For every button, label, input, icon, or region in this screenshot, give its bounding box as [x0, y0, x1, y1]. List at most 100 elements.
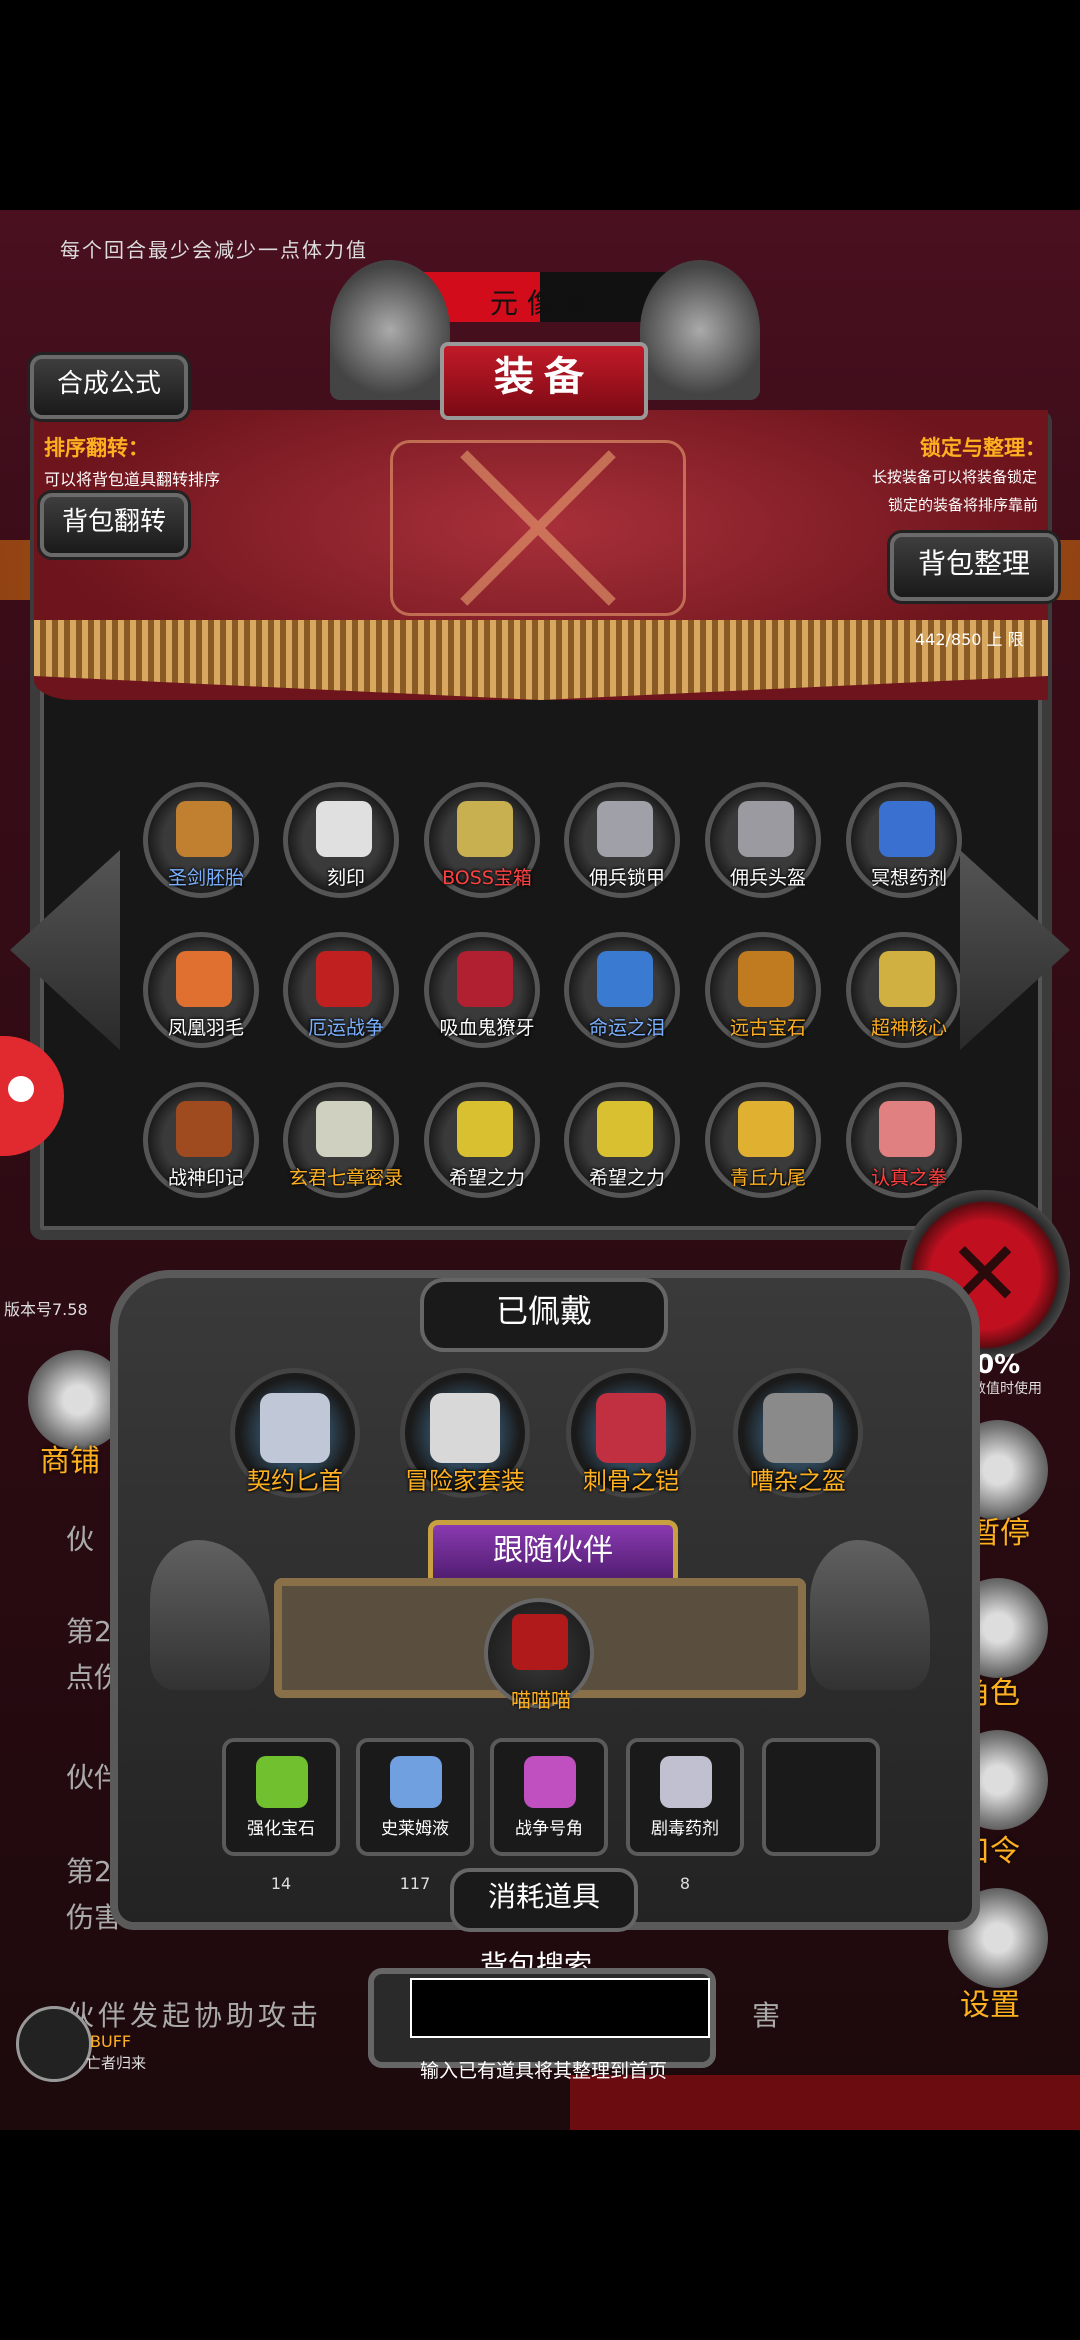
inventory-slot[interactable]: 佣兵锁甲	[564, 782, 680, 898]
buff-desc: 亡者归来	[86, 2054, 147, 2072]
item-label: 佣兵锁甲	[588, 867, 665, 889]
inventory-slot[interactable]: 冥想药剂	[846, 782, 962, 898]
item-icon	[738, 801, 794, 857]
lock-desc: 锁定的装备将排序靠前	[888, 496, 1039, 514]
item-label: 圣剑胚胎	[167, 867, 244, 889]
consumable-icon	[660, 1756, 712, 1808]
item-icon	[176, 951, 232, 1007]
item-icon	[597, 951, 653, 1007]
item-icon	[176, 1101, 232, 1157]
inventory-slot[interactable]: 超神核心	[846, 932, 962, 1048]
item-label: 希望之力	[448, 1167, 525, 1189]
recipes-button[interactable]: 合成公式	[30, 355, 188, 419]
consumable-icon	[256, 1756, 308, 1808]
companion-icon	[512, 1614, 568, 1670]
worn-item-label: 嘈杂之盔	[750, 1467, 846, 1495]
inventory-slot[interactable]: BOSS宝箱	[424, 782, 540, 898]
inventory-slot[interactable]: 刻印	[283, 782, 399, 898]
consumable-slot[interactable]: 战争号角6	[490, 1738, 608, 1893]
inventory-slot[interactable]: 希望之力	[424, 1082, 540, 1198]
skull-buff-icon[interactable]	[16, 2006, 92, 2082]
sort-flip-desc: 可以将背包道具翻转排序	[44, 470, 221, 489]
search-input[interactable]	[410, 1978, 710, 2038]
worn-slot[interactable]: 刺骨之铠	[566, 1368, 696, 1498]
item-icon	[316, 1101, 372, 1157]
item-icon	[738, 1101, 794, 1157]
worn-slot[interactable]: 契约匕首	[230, 1368, 360, 1498]
item-label: 玄君七章密录	[288, 1167, 403, 1189]
item-icon	[738, 951, 794, 1007]
shop-label[interactable]: 商铺	[40, 1436, 100, 1480]
version-label: 版本号7.58	[4, 1300, 88, 1319]
inventory-slot[interactable]: 希望之力	[564, 1082, 680, 1198]
item-label: BOSS宝箱	[442, 867, 532, 889]
inventory-slot[interactable]: 圣剑胚胎	[143, 782, 259, 898]
log-line: 害	[752, 1999, 781, 2032]
inventory-slot[interactable]: 远古宝石	[705, 932, 821, 1048]
item-icon	[879, 801, 935, 857]
item-label: 佣兵头盔	[729, 867, 806, 889]
log-line: 第2	[66, 1855, 112, 1888]
inventory-slot[interactable]: 玄君七章密录	[283, 1082, 403, 1198]
item-label: 认真之拳	[870, 1167, 947, 1189]
left-wing-ornament	[330, 260, 450, 400]
item-icon	[597, 1101, 653, 1157]
consumable-count: 8	[679, 1874, 691, 1893]
consumable-icon	[524, 1756, 576, 1808]
item-icon	[316, 951, 372, 1007]
consumable-slot[interactable]: 强化宝石 14	[222, 1738, 340, 1893]
page-title: 装备	[440, 342, 648, 420]
consumable-count: 14	[270, 1874, 292, 1893]
item-icon	[879, 951, 935, 1007]
worn-slot[interactable]: 嘈杂之盔	[733, 1368, 863, 1498]
worn-item-icon	[430, 1393, 500, 1463]
buff-label: BUFF	[90, 2032, 132, 2051]
item-icon	[457, 951, 513, 1007]
log-line: 伙	[66, 1523, 95, 1556]
item-label: 吸血鬼獠牙	[439, 1017, 535, 1039]
inventory-slot[interactable]: 战神印记	[143, 1082, 259, 1198]
empty-consumable-slot[interactable]	[762, 1738, 880, 1856]
right-wing-ornament	[640, 260, 760, 400]
consumable-label: 强化宝石	[247, 1819, 315, 1839]
worn-header: 已佩戴	[420, 1278, 668, 1352]
inventory-slot[interactable]: 厄运战争	[283, 932, 399, 1048]
inventory-slot[interactable]: 认真之拳	[846, 1082, 962, 1198]
flip-bag-button[interactable]: 背包翻转	[40, 493, 188, 557]
companion-name: 喵喵喵	[511, 1688, 571, 1712]
crossed-swords-emblem	[390, 440, 686, 616]
hint-text: 每个回合最少会减少一点体力值	[60, 238, 368, 262]
inventory-slot[interactable]: 命运之泪	[564, 932, 680, 1048]
item-label: 希望之力	[588, 1167, 665, 1189]
inventory-slot[interactable]: 青丘九尾	[705, 1082, 821, 1198]
item-label: 远古宝石	[729, 1017, 806, 1039]
worn-item-icon	[596, 1393, 666, 1463]
inventory-slot[interactable]: 佣兵头盔	[705, 782, 821, 898]
item-label: 青丘九尾	[729, 1167, 806, 1189]
item-label: 战神印记	[167, 1167, 244, 1189]
worn-slot[interactable]: 冒险家套装	[400, 1368, 530, 1498]
worn-item-icon	[260, 1393, 330, 1463]
consumable-label: 战争号角	[515, 1819, 583, 1839]
background-red-block	[570, 2075, 1080, 2130]
item-icon	[176, 801, 232, 857]
item-icon	[597, 801, 653, 857]
consumable-slot[interactable]: 剧毒药剂 8	[626, 1738, 744, 1893]
item-label: 凤凰羽毛	[167, 1017, 244, 1039]
inventory-slot[interactable]: 凤凰羽毛	[143, 932, 259, 1048]
lock-title: 锁定与整理：	[920, 436, 1046, 460]
log-line: 伙伴发起协助攻击	[66, 1999, 323, 2032]
consumable-slot[interactable]: 史莱姆液 117	[356, 1738, 474, 1893]
inventory-slot[interactable]: 吸血鬼獠牙	[424, 932, 540, 1048]
settings-label[interactable]: 设置	[960, 1980, 1020, 2024]
consumable-icon	[390, 1756, 442, 1808]
search-hint: 输入已有道具将其整理到首页	[420, 2060, 668, 2082]
sort-flip-title: 排序翻转：	[44, 436, 149, 460]
item-icon	[457, 1101, 513, 1157]
consumables-header: 消耗道具	[450, 1868, 638, 1932]
consumable-label: 剧毒药剂	[651, 1819, 719, 1839]
item-label: 刻印	[326, 867, 365, 889]
consumable-label: 史莱姆液	[381, 1819, 449, 1839]
sort-bag-button[interactable]: 背包整理	[890, 533, 1058, 601]
capacity-counter: 442/850 上 限	[915, 630, 1024, 649]
